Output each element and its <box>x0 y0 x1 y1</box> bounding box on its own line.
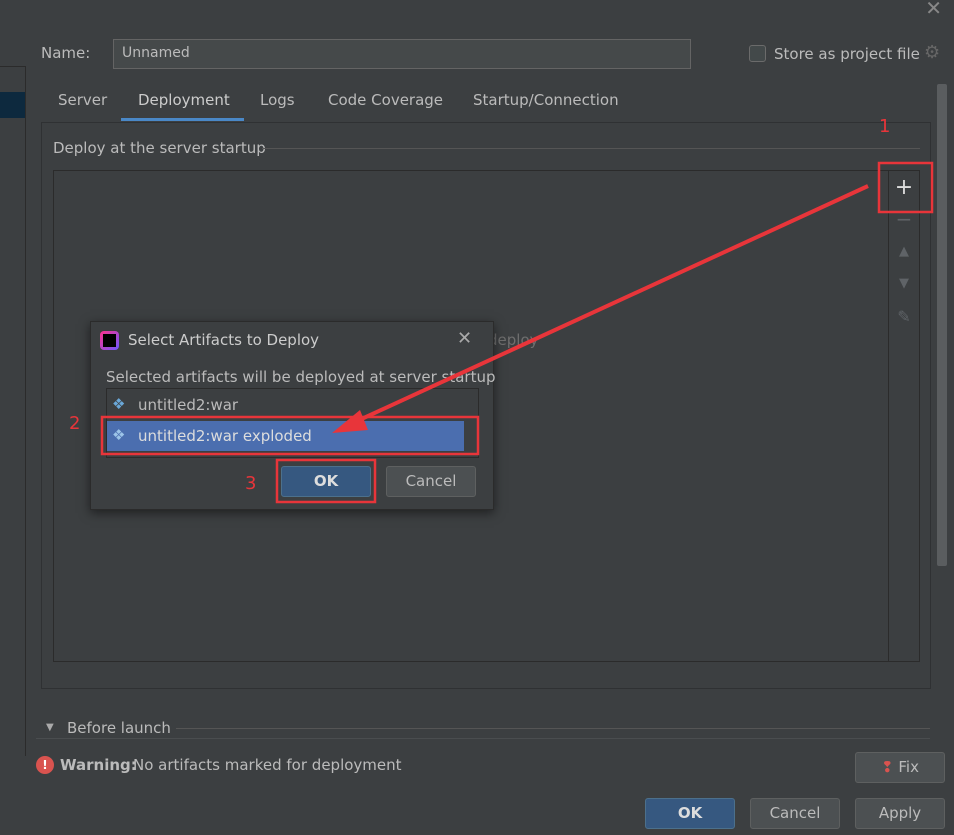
highlight-add-button <box>877 161 934 214</box>
step-1-label: 1 <box>879 116 891 137</box>
highlight-artifact <box>100 415 480 456</box>
step-2-label: 2 <box>69 413 81 434</box>
step-3-label: 3 <box>245 473 257 494</box>
annotation-arrow <box>354 184 869 424</box>
annotation-overlay <box>100 161 934 504</box>
highlight-ok <box>275 458 377 504</box>
arrow-head <box>332 410 368 433</box>
